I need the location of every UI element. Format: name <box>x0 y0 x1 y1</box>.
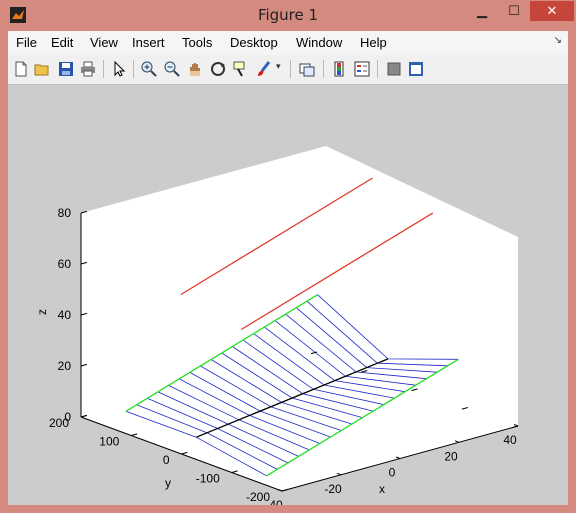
hide-plot-tools-icon[interactable] <box>385 60 403 78</box>
toolbar: ▾ <box>8 55 568 85</box>
pan-icon[interactable] <box>186 60 204 78</box>
toolbar-separator <box>133 60 134 78</box>
menu-help[interactable]: Help <box>360 35 387 50</box>
colorbar-icon[interactable] <box>330 60 348 78</box>
figure-client: File Edit View Insert Tools Desktop Wind… <box>8 31 568 505</box>
toolbar-separator <box>323 60 324 78</box>
x-tick-label: -20 <box>324 482 342 496</box>
menu-edit[interactable]: Edit <box>51 35 73 50</box>
x-tick-label: 20 <box>444 449 458 463</box>
brush-icon[interactable] <box>255 60 273 78</box>
toolbar-separator <box>290 60 291 78</box>
rotate-3d-icon[interactable] <box>209 60 227 78</box>
axes-3d[interactable]: -40-2002040-200-1000100200020406080 x y … <box>8 85 568 505</box>
menu-window[interactable]: Window <box>296 35 342 50</box>
print-icon[interactable] <box>79 60 97 78</box>
title-bar[interactable]: Figure 1 ▁ ☐ ✕ <box>0 0 576 31</box>
minimize-button[interactable]: ▁ <box>468 1 496 21</box>
toolbar-separator <box>377 60 378 78</box>
x-tick-label: 40 <box>503 433 517 447</box>
y-tick-label: 100 <box>99 435 119 449</box>
z-tick-label: 40 <box>58 308 72 322</box>
link-plot-icon[interactable] <box>298 60 316 78</box>
z-axis-label: z <box>35 309 49 315</box>
maximize-button[interactable]: ☐ <box>500 1 528 21</box>
menu-bar: File Edit View Insert Tools Desktop Wind… <box>8 31 568 55</box>
toolbar-separator <box>103 60 104 78</box>
menu-view[interactable]: View <box>90 35 118 50</box>
menu-insert[interactable]: Insert <box>132 35 165 50</box>
maximize-icon: ☐ <box>508 3 520 19</box>
menu-desktop[interactable]: Desktop <box>230 35 278 50</box>
show-plot-tools-icon[interactable] <box>407 60 425 78</box>
z-tick-label: 0 <box>64 410 71 424</box>
z-tick-label: 60 <box>58 257 72 271</box>
menubar-dock-arrow-icon[interactable]: ↘ <box>554 35 562 46</box>
y-tick-label: -100 <box>196 472 220 486</box>
figure-window: Figure 1 ▁ ☐ ✕ File Edit View Insert Too… <box>0 0 576 513</box>
close-icon: ✕ <box>546 3 558 19</box>
save-icon[interactable] <box>57 60 75 78</box>
x-tick-label: 0 <box>389 466 396 480</box>
minimize-icon: ▁ <box>477 3 487 19</box>
z-tick-label: 80 <box>58 206 72 220</box>
plot-area: -40 -20 0 20 40 -200 -100 0 100 200 0 20 40 60 80 x y … <box>8 85 568 505</box>
legend-icon[interactable] <box>353 60 371 78</box>
brush-dropdown-icon[interactable]: ▾ <box>276 62 281 72</box>
pointer-icon[interactable] <box>110 60 128 78</box>
zoom-out-icon[interactable] <box>163 60 181 78</box>
x-axis-label: x <box>379 482 385 496</box>
close-button[interactable]: ✕ <box>530 1 574 21</box>
menu-file[interactable]: File <box>16 35 37 50</box>
y-axis-label: y <box>165 476 171 490</box>
y-tick-label: 0 <box>163 453 170 467</box>
y-tick-label: -200 <box>246 490 270 504</box>
open-file-icon[interactable] <box>33 60 51 78</box>
zoom-in-icon[interactable] <box>140 60 158 78</box>
menu-tools[interactable]: Tools <box>182 35 212 50</box>
z-tick-label: 20 <box>58 359 72 373</box>
data-cursor-icon[interactable] <box>232 60 250 78</box>
new-figure-icon[interactable] <box>12 60 30 78</box>
